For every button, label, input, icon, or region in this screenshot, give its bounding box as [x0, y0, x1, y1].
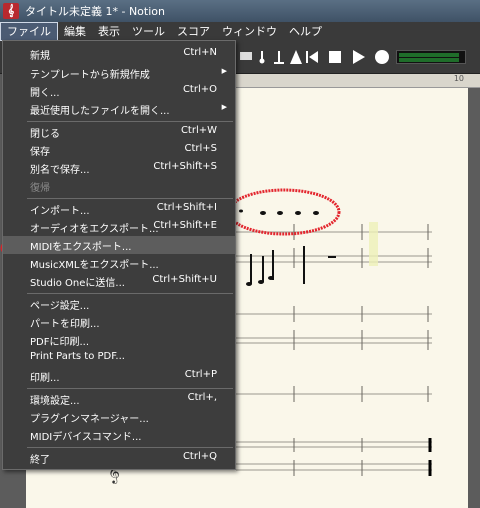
menu-bar: ファイル 編集 表示 ツール スコア ウィンドウ ヘルプ [0, 22, 480, 41]
level-meter [396, 50, 466, 64]
file-menu: 新規 Ctrl+N テンプレートから新規作成 ▶ 開く... Ctrl+O 最近使用し… [2, 40, 236, 470]
menu-edit[interactable]: 編集 [58, 22, 92, 41]
marker-icon[interactable] [254, 49, 270, 65]
menu-item-midi-device-commands[interactable]: MIDIデバイスコマンド... [3, 426, 235, 444]
menu-item-close[interactable]: 閉じる Ctrl+W [3, 123, 235, 141]
menu-tools[interactable]: ツール [126, 22, 171, 41]
menu-item-preferences[interactable]: 環境設定... Ctrl+, [3, 390, 235, 408]
menu-item-new-from-template[interactable]: テンプレートから新規作成 ▶ [3, 64, 235, 82]
metronome-icon[interactable] [288, 49, 304, 65]
menu-item-new[interactable]: 新規 Ctrl+N [3, 45, 235, 63]
menu-item-export-audio[interactable]: オーディオをエクスポート... Ctrl+Shift+E [3, 218, 235, 236]
record-icon[interactable] [374, 49, 390, 65]
ruler-number: 10 [453, 74, 464, 83]
play-icon[interactable] [350, 49, 366, 65]
menu-file[interactable]: ファイル [0, 22, 58, 41]
menu-item-save[interactable]: 保存 Ctrl+S [3, 141, 235, 159]
menu-window[interactable]: ウィンドウ [216, 22, 283, 41]
tool-pointer-icon[interactable] [238, 49, 254, 65]
menu-item-revert: 復帰 [30, 183, 50, 194]
menu-item-open[interactable]: 開く... Ctrl+O [3, 82, 235, 100]
menu-item-export-musicxml[interactable]: MusicXMLをエクスポート... [3, 254, 235, 272]
menu-item-page-setup[interactable]: ページ設定... [3, 295, 235, 313]
stop-icon[interactable] [327, 49, 343, 65]
menu-item-print-parts-pdf[interactable]: Print Parts to PDF... [3, 349, 235, 367]
notion-app-icon: 𝄞 [3, 3, 19, 19]
menu-item-send-studio-one[interactable]: Studio Oneに送信... Ctrl+Shift+U [3, 272, 235, 290]
rewind-icon[interactable] [304, 49, 320, 65]
menu-help[interactable]: ヘルプ [283, 22, 328, 41]
menu-item-exit[interactable]: 終了 Ctrl+Q [3, 449, 235, 467]
ruler: 10 [236, 74, 480, 88]
submenu-arrow-icon: ▶ [221, 67, 227, 75]
menu-score[interactable]: スコア [171, 22, 216, 41]
title-bar: 𝄞 タイトル未定義 1* - Notion [0, 0, 480, 22]
menu-view[interactable]: 表示 [92, 22, 126, 41]
tool-icon[interactable] [271, 49, 287, 65]
menu-item-save-as[interactable]: 別名で保存... Ctrl+Shift+S [3, 159, 235, 177]
submenu-arrow-icon: ▶ [221, 103, 227, 111]
menu-item-print-parts[interactable]: パートを印刷... [3, 313, 235, 331]
window-title: タイトル未定義 1* - Notion [25, 5, 165, 18]
menu-item-import[interactable]: インポート... Ctrl+Shift+I [3, 200, 235, 218]
menu-item-print[interactable]: 印刷... Ctrl+P [3, 367, 235, 385]
menu-item-export-midi[interactable]: MIDIをエクスポート... [3, 236, 235, 254]
menu-item-open-recent[interactable]: 最近使用したファイルを開く... ▶ [3, 100, 235, 118]
menu-item-print-pdf[interactable]: PDFに印刷... [3, 331, 235, 349]
menu-item-plugin-manager[interactable]: プラグインマネージャー... [3, 408, 235, 426]
